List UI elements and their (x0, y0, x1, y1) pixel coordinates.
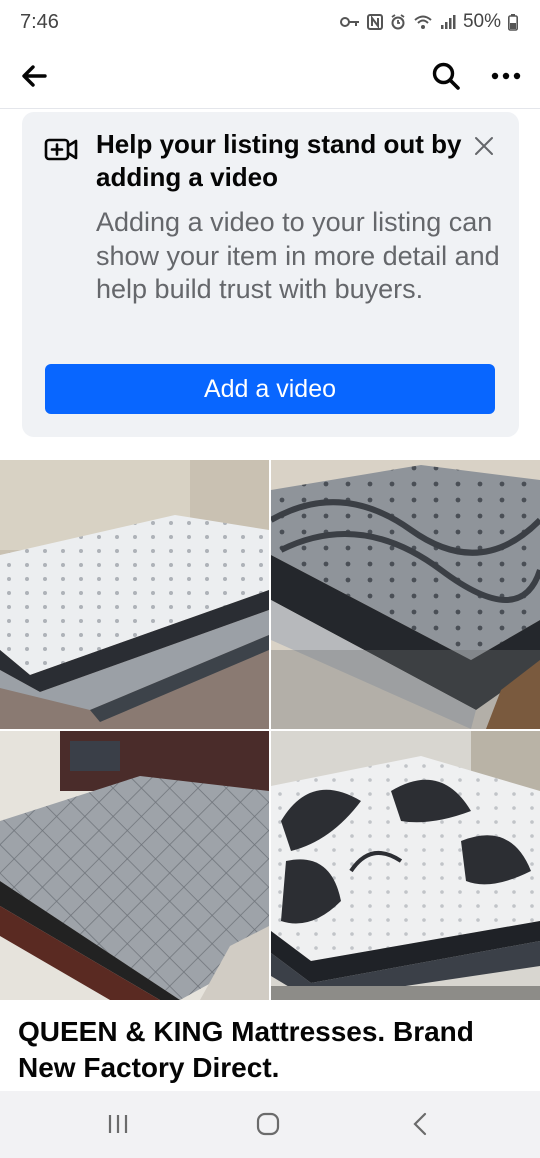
alarm-icon (391, 14, 405, 30)
listing-title: QUEEN & KING Mattresses. Brand New Facto… (18, 1016, 474, 1083)
close-icon (475, 137, 493, 155)
back-icon (413, 1112, 427, 1136)
status-bar: 7:46 50% (0, 0, 540, 46)
back-arrow-icon (22, 65, 47, 87)
add-video-icon (44, 138, 78, 161)
signal-icon (440, 15, 456, 29)
battery-percent: 50% (462, 11, 501, 32)
wifi-icon (414, 15, 432, 29)
mattress-photo-3 (0, 731, 269, 1000)
mattress-photo-2 (271, 460, 540, 729)
close-prompt-button[interactable] (470, 132, 498, 160)
system-nav-bar (0, 1091, 540, 1158)
vpn-key-icon (339, 17, 359, 27)
more-options-button[interactable] (484, 54, 528, 98)
prompt-title: Help your listing stand out by adding a … (96, 129, 462, 192)
more-options-icon (491, 72, 521, 80)
mattress-photo-4 (271, 731, 540, 1000)
home-button[interactable] (248, 1109, 288, 1139)
back-button[interactable] (14, 56, 54, 96)
listing-photo[interactable] (0, 460, 540, 1000)
status-icons: 50% (339, 11, 518, 33)
add-video-prompt-card: Help your listing stand out by adding a … (22, 112, 519, 437)
add-video-button[interactable]: Add a video (45, 364, 495, 414)
system-back-button[interactable] (400, 1109, 440, 1139)
status-time: 7:46 (20, 11, 59, 33)
home-icon (256, 1112, 280, 1136)
battery-icon (508, 13, 518, 31)
prompt-body: Adding a video to your listing can show … (96, 207, 500, 304)
search-button[interactable] (424, 54, 468, 98)
recent-apps-button[interactable] (98, 1109, 138, 1139)
mattress-photo-1 (0, 460, 269, 729)
top-app-bar (0, 46, 540, 109)
nfc-icon (366, 14, 383, 30)
recent-apps-icon (108, 1115, 128, 1133)
search-icon (432, 62, 460, 90)
